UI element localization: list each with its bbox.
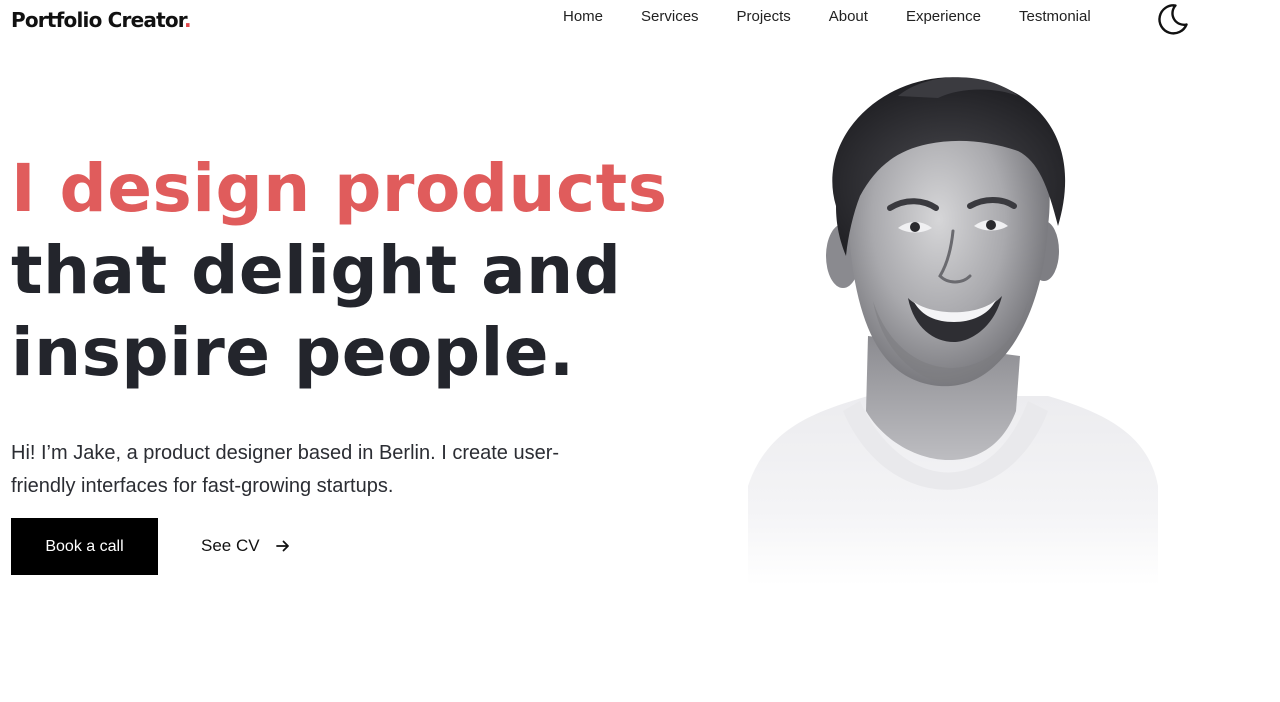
nav-home[interactable]: Home (563, 7, 603, 27)
logo-text: Portfolio Creator (11, 8, 185, 32)
see-cv-link[interactable]: See CV (201, 533, 291, 559)
headline-line-3: inspire people. (11, 314, 575, 391)
arrow-right-icon (275, 538, 291, 554)
headline-accent: I design products (11, 150, 668, 227)
logo[interactable]: Portfolio Creator. (11, 7, 192, 33)
nav-services[interactable]: Services (641, 7, 699, 27)
main-nav: Home Services Projects About Experience … (563, 7, 1129, 27)
theme-toggle-button[interactable] (1152, 0, 1192, 38)
nav-experience[interactable]: Experience (906, 7, 981, 27)
nav-testimonial[interactable]: Testmonial (1019, 7, 1091, 27)
nav-about[interactable]: About (829, 7, 868, 27)
hero-intro: Hi! I’m Jake, a product designer based i… (11, 442, 560, 497)
hero-headline: I design products that delight and inspi… (11, 148, 667, 394)
page: Portfolio Creator. Home Services Project… (0, 0, 1280, 702)
nav-projects[interactable]: Projects (737, 7, 791, 27)
book-call-button[interactable]: Book a call (11, 518, 158, 575)
headline-line-2: that delight and (11, 232, 622, 309)
moon-icon (1158, 4, 1188, 35)
profile-photo (748, 66, 1168, 586)
logo-dot: . (184, 8, 192, 32)
see-cv-label: See CV (201, 536, 260, 555)
